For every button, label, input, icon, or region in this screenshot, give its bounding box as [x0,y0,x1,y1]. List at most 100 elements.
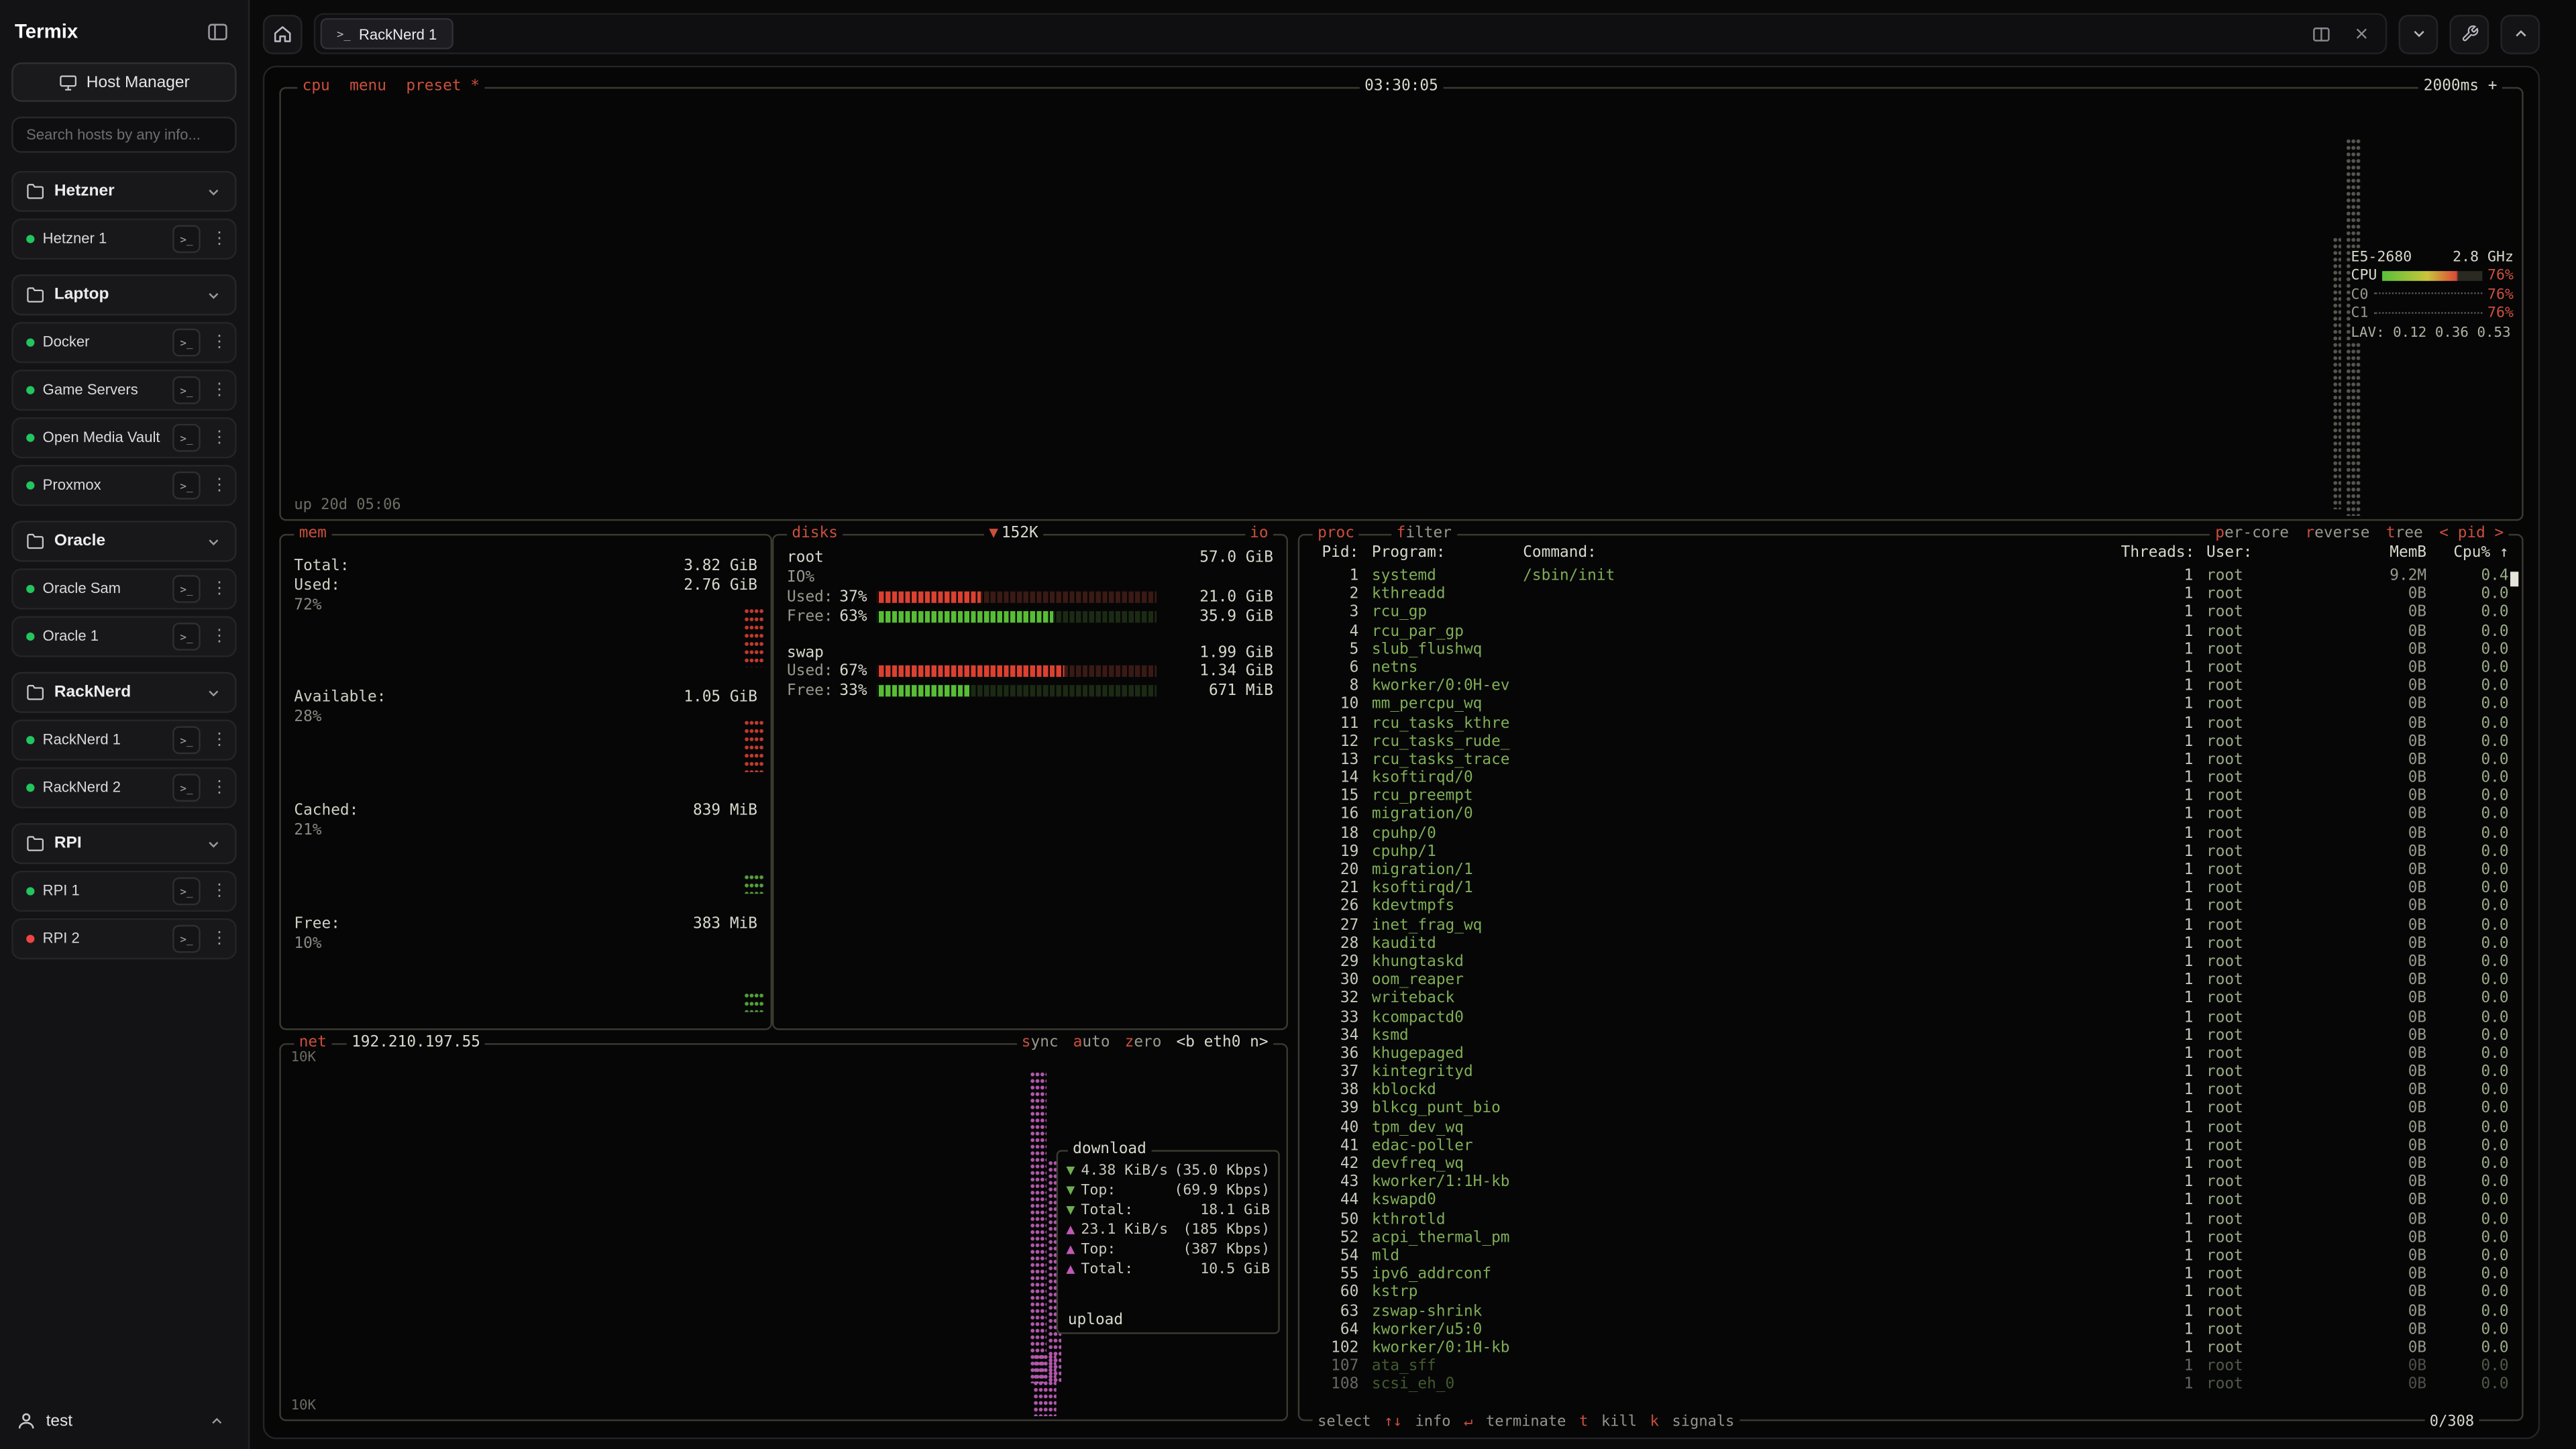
tab-list-dropdown-button[interactable] [2399,14,2438,54]
process-row[interactable]: 14 ksoftirqd/0 1 root 0B 0.0 [1309,769,2509,787]
net-interface[interactable]: <b eth0 n> [1177,1033,1269,1051]
folder-collapse-button[interactable] [199,678,228,707]
process-row[interactable]: 38 kblockd 1 root 0B 0.0 [1309,1081,2509,1099]
select-hint[interactable]: select [1318,1415,1371,1431]
col-threads[interactable]: Threads: [2121,544,2194,562]
process-row[interactable]: 21 ksoftirqd/1 1 root 0B 0.0 [1309,879,2509,898]
host-menu-button[interactable]: ⋮ [209,623,230,651]
host-open-media-vault[interactable]: Open Media Vault >_ ⋮ [11,417,237,458]
process-row[interactable]: 52 acpi_thermal_pm 1 root 0B 0.0 [1309,1228,2509,1246]
signals-hint[interactable]: signals [1672,1415,1735,1431]
tools-button[interactable] [2449,14,2489,54]
host-menu-button[interactable]: ⋮ [209,225,230,254]
io-box-title[interactable]: io [1245,524,1273,542]
split-view-button[interactable] [2312,24,2331,44]
col-command[interactable]: Command: [1523,544,2108,562]
connect-terminal-button[interactable]: >_ [172,925,201,953]
net-box-title[interactable]: net [294,1033,331,1051]
col-cpu[interactable]: Cpu% ↑ [2440,544,2509,562]
process-row[interactable]: 30 oom_reaper 1 root 0B 0.0 [1309,971,2509,989]
terminate-hint[interactable]: terminate [1486,1415,1566,1431]
folder-header-rpi[interactable]: RPI [11,823,237,864]
search-input[interactable] [11,117,237,153]
host-rpi-2[interactable]: RPI 2 >_ ⋮ [11,918,237,959]
host-racknerd-1[interactable]: RackNerd 1 >_ ⋮ [11,720,237,761]
process-row[interactable]: 2 kthreadd 1 root 0B 0.0 [1309,585,2509,603]
process-row[interactable]: 42 devfreq_wq 1 root 0B 0.0 [1309,1155,2509,1173]
proc-box-title[interactable]: proc [1313,524,1360,542]
home-button[interactable] [263,14,303,54]
host-proxmox[interactable]: Proxmox >_ ⋮ [11,465,237,506]
sidebar-toggle-button[interactable] [201,15,233,48]
process-row[interactable]: 18 cpuhp/0 1 root 0B 0.0 [1309,824,2509,842]
process-row[interactable]: 4 rcu_par_gp 1 root 0B 0.0 [1309,622,2509,640]
process-row[interactable]: 33 kcompactd0 1 root 0B 0.0 [1309,1008,2509,1026]
preset-button[interactable]: preset * [406,77,480,95]
process-row[interactable]: 6 netns 1 root 0B 0.0 [1309,659,2509,677]
user-menu-button[interactable] [202,1406,231,1436]
folder-header-racknerd[interactable]: RackNerd [11,672,237,713]
folder-header-laptop[interactable]: Laptop [11,274,237,315]
process-row[interactable]: 54 mld 1 root 0B 0.0 [1309,1247,2509,1265]
folder-header-hetzner[interactable]: Hetzner [11,171,237,212]
process-row[interactable]: 41 edac-poller 1 root 0B 0.0 [1309,1136,2509,1155]
col-pid[interactable]: Pid: [1309,544,1358,562]
folder-header-oracle[interactable]: Oracle [11,521,237,561]
col-user[interactable]: User: [2206,544,2298,562]
menu-button[interactable]: menu [350,77,386,95]
process-row[interactable]: 37 kintegrityd 1 root 0B 0.0 [1309,1063,2509,1081]
host-rpi-1[interactable]: RPI 1 >_ ⋮ [11,871,237,912]
connect-terminal-button[interactable]: >_ [172,773,201,802]
process-row[interactable]: 5 slub_flushwq 1 root 0B 0.0 [1309,640,2509,658]
host-oracle-sam[interactable]: Oracle Sam >_ ⋮ [11,568,237,609]
host-menu-button[interactable]: ⋮ [209,925,230,953]
connect-terminal-button[interactable]: >_ [172,623,201,651]
process-row[interactable]: 12 rcu_tasks_rude_k 1 root 0B 0.0 [1309,732,2509,750]
kill-hint[interactable]: kill [1601,1415,1637,1431]
sort-selector[interactable]: < pid > [2439,524,2504,542]
sync-toggle[interactable]: sync [1022,1033,1059,1051]
host-menu-button[interactable]: ⋮ [209,726,230,754]
folder-collapse-button[interactable] [199,280,228,310]
connect-terminal-button[interactable]: >_ [172,329,201,357]
process-row[interactable]: 11 rcu_tasks_kthrea 1 root 0B 0.0 [1309,714,2509,732]
info-hint[interactable]: info [1415,1415,1450,1431]
process-row[interactable]: 36 khugepaged 1 root 0B 0.0 [1309,1044,2509,1063]
host-menu-button[interactable]: ⋮ [209,773,230,802]
process-row[interactable]: 60 kstrp 1 root 0B 0.0 [1309,1283,2509,1301]
process-row[interactable]: 20 migration/1 1 root 0B 0.0 [1309,861,2509,879]
connect-terminal-button[interactable]: >_ [172,225,201,254]
process-row[interactable]: 64 kworker/u5:0 1 root 0B 0.0 [1309,1320,2509,1338]
connect-terminal-button[interactable]: >_ [172,726,201,754]
process-row[interactable]: 39 blkcg_punt_bio 1 root 0B 0.0 [1309,1099,2509,1118]
connect-terminal-button[interactable]: >_ [172,472,201,500]
process-row[interactable]: 43 kworker/1:1H-kbl 1 root 0B 0.0 [1309,1173,2509,1191]
collapse-header-button[interactable] [2500,14,2540,54]
process-row[interactable]: 10 mm_percpu_wq 1 root 0B 0.0 [1309,696,2509,714]
process-row[interactable]: 27 inet_frag_wq 1 root 0B 0.0 [1309,916,2509,934]
process-row[interactable]: 108 scsi_eh_0 1 root 0B 0.0 [1309,1375,2509,1393]
process-row[interactable]: 32 writeback 1 root 0B 0.0 [1309,989,2509,1008]
process-row[interactable]: 40 tpm_dev_wq 1 root 0B 0.0 [1309,1118,2509,1136]
disks-box-title[interactable]: disks [787,524,843,542]
update-interval[interactable]: 2000ms + [2418,77,2502,95]
host-menu-button[interactable]: ⋮ [209,424,230,452]
host-menu-button[interactable]: ⋮ [209,376,230,405]
connect-terminal-button[interactable]: >_ [172,575,201,603]
folder-collapse-button[interactable] [199,176,228,206]
col-memb[interactable]: MemB [2312,544,2426,562]
connect-terminal-button[interactable]: >_ [172,424,201,452]
process-row[interactable]: 44 kswapd0 1 root 0B 0.0 [1309,1191,2509,1210]
folder-collapse-button[interactable] [199,829,228,859]
zero-toggle[interactable]: zero [1125,1033,1162,1051]
host-game-servers[interactable]: Game Servers >_ ⋮ [11,370,237,411]
process-row[interactable]: 26 kdevtmpfs 1 root 0B 0.0 [1309,898,2509,916]
auto-toggle[interactable]: auto [1073,1033,1110,1051]
host-hetzner-1[interactable]: Hetzner 1 >_ ⋮ [11,219,237,260]
host-oracle-1[interactable]: Oracle 1 >_ ⋮ [11,616,237,657]
host-racknerd-2[interactable]: RackNerd 2 >_ ⋮ [11,767,237,808]
process-row[interactable]: 29 khungtaskd 1 root 0B 0.0 [1309,953,2509,971]
process-row[interactable]: 34 ksmd 1 root 0B 0.0 [1309,1026,2509,1044]
process-row[interactable]: 3 rcu_gp 1 root 0B 0.0 [1309,604,2509,622]
close-tab-button[interactable] [2353,25,2371,43]
